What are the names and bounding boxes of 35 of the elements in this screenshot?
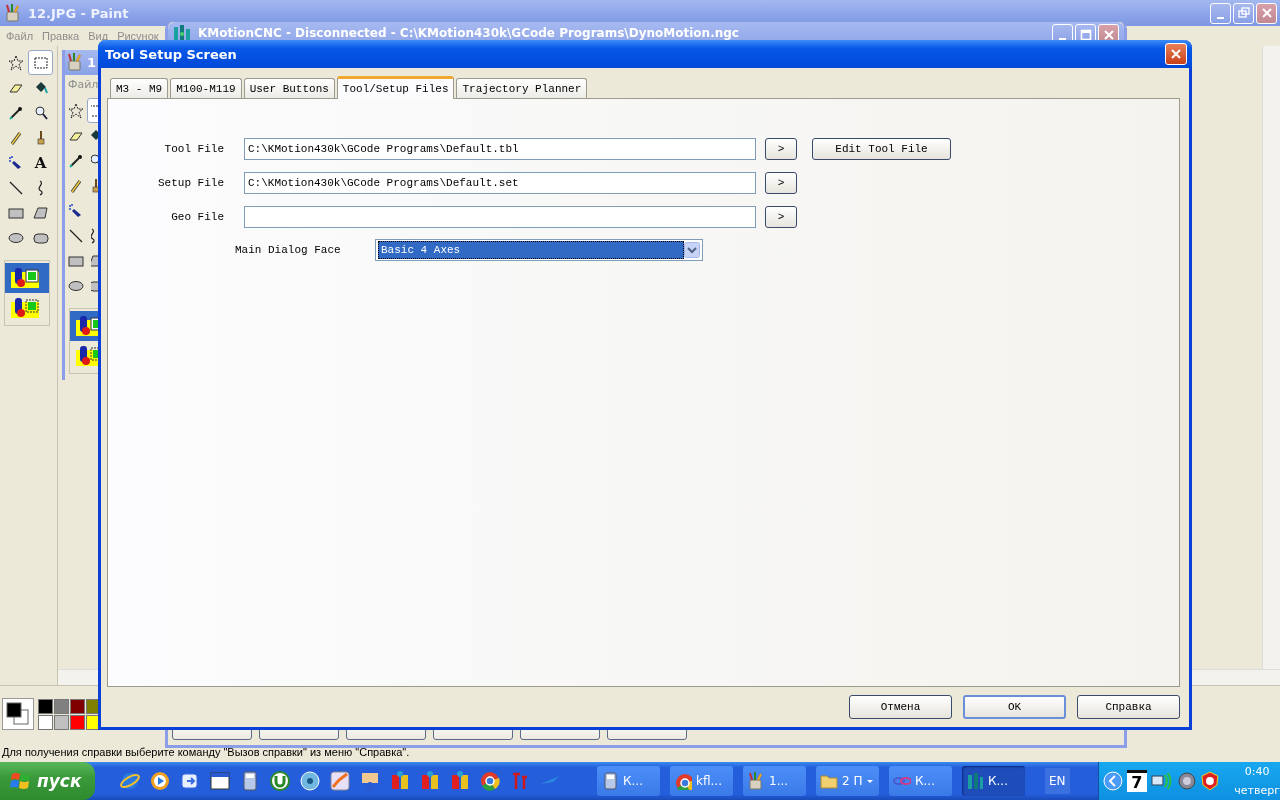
window-title: 1 xyxy=(87,54,97,70)
start-button[interactable]: пуск xyxy=(0,762,95,800)
taskbar-button[interactable]: 2 П xyxy=(816,766,879,796)
browse-button[interactable]: > xyxy=(765,172,797,194)
status-text: Для получения справки выберите команду "Вызов справки" из меню "Справка". xyxy=(2,746,410,758)
window-title: 12.JPG - Paint xyxy=(28,5,130,21)
tab[interactable]: User Buttons xyxy=(243,78,335,98)
dialog-title: Tool Setup Screen xyxy=(105,46,238,62)
field-label: Tool File xyxy=(163,143,224,155)
text-tool[interactable]: A xyxy=(28,150,53,175)
taskbar-button[interactable]: К... xyxy=(962,766,1025,796)
window-title: KMotionCNC - Disconnected - C:\KMotion430k\GCode Programs\DynoMotion.ngc xyxy=(198,26,740,40)
file-path-field[interactable]: C:\KMotion430k\GCode Programs\Default.set xyxy=(244,172,756,194)
file-path-field[interactable]: C:\KMotion430k\GCode Programs\Default.tbl xyxy=(244,138,756,160)
edit-tool-file-button[interactable]: Edit Tool File xyxy=(812,138,951,160)
taskbar-button[interactable]: kfl... xyxy=(670,766,733,796)
taskbar-button[interactable]: К... xyxy=(597,766,660,796)
tab[interactable]: M3 - M9 xyxy=(110,78,169,98)
field-label: Main Dialog Face xyxy=(235,244,342,256)
calendar-icon[interactable]: 7 xyxy=(1126,770,1147,792)
browse-button[interactable]: > xyxy=(765,138,797,160)
field-label: Geo File xyxy=(170,211,224,223)
taskbar-button[interactable]: К... xyxy=(889,766,952,796)
tab[interactable]: Tool/Setup Files xyxy=(336,76,455,99)
dialog-face-dropdown[interactable]: Basic 4 Axes xyxy=(375,239,703,261)
tab[interactable]: M100-M119 xyxy=(170,78,242,98)
weekday: четверг xyxy=(1234,784,1280,797)
tab[interactable]: Trajectory Planner xyxy=(456,78,588,98)
dialog-button[interactable]: Отмена xyxy=(849,695,952,719)
field-label: Setup File xyxy=(157,177,224,189)
dialog-button[interactable]: OK xyxy=(963,695,1066,719)
dialog-button[interactable]: Справка xyxy=(1077,695,1180,719)
language-indicator[interactable]: EN xyxy=(1045,768,1070,794)
browse-button[interactable]: > xyxy=(765,206,797,228)
taskbar-button[interactable]: 1... xyxy=(743,766,806,796)
